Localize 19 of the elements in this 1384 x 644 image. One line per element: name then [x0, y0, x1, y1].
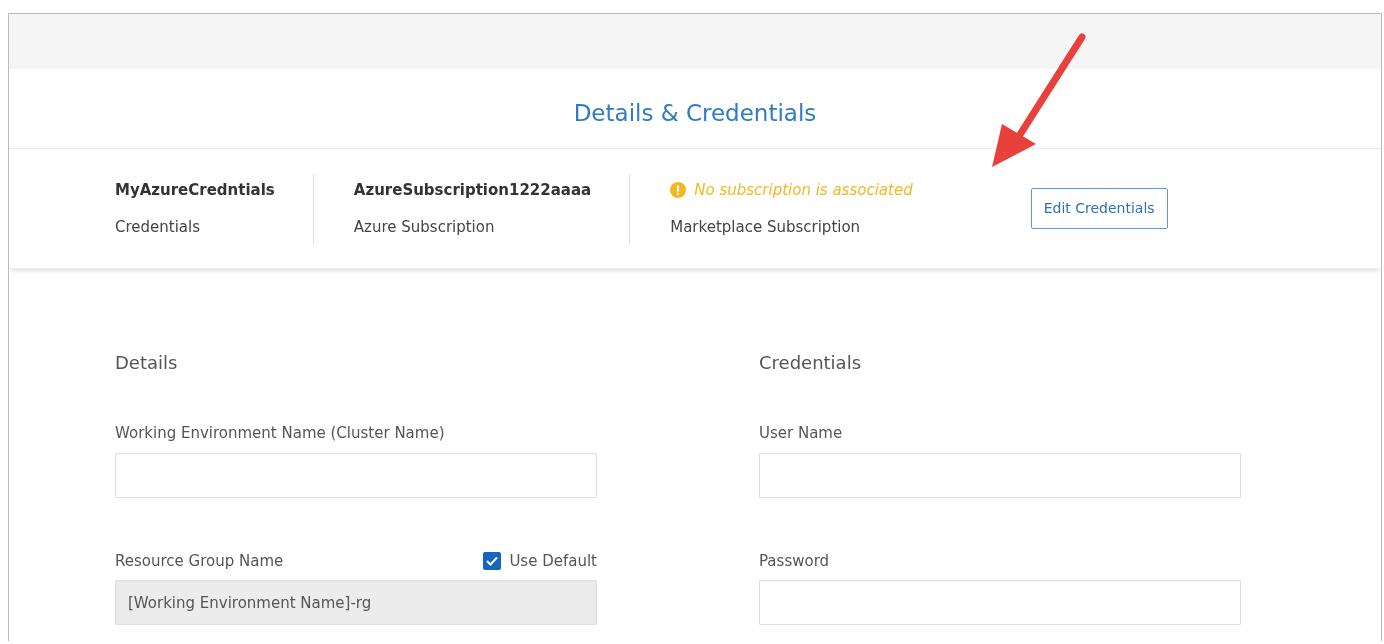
- summary-label: Marketplace Subscription: [670, 216, 862, 238]
- summary-label: Credentials: [115, 216, 202, 238]
- summary-label: Azure Subscription: [353, 216, 496, 238]
- input-field[interactable]: [759, 452, 1241, 498]
- input-field[interactable]: [759, 580, 1241, 625]
- input-field[interactable]: [115, 452, 597, 498]
- section-heading: Details: [115, 351, 179, 375]
- summary-value: AzureSubscription1222aaaa: [353, 180, 592, 201]
- field-label: Password: [759, 550, 830, 572]
- section-heading: Credentials: [759, 351, 863, 375]
- field-label: Working Environment Name (Cluster Name): [115, 423, 445, 444]
- warning-icon: [670, 182, 687, 199]
- warning-message: No subscription is associated: [694, 180, 913, 201]
- page-title: Details & Credentials: [573, 99, 817, 129]
- field-label: User Name: [759, 423, 843, 444]
- checkbox-label: Use Default: [509, 550, 597, 572]
- edit-credentials-button[interactable]: Edit Credentials: [1030, 188, 1168, 229]
- field-label: Resource Group Name: [115, 550, 284, 572]
- summary-value: MyAzureCredntials: [115, 180, 275, 201]
